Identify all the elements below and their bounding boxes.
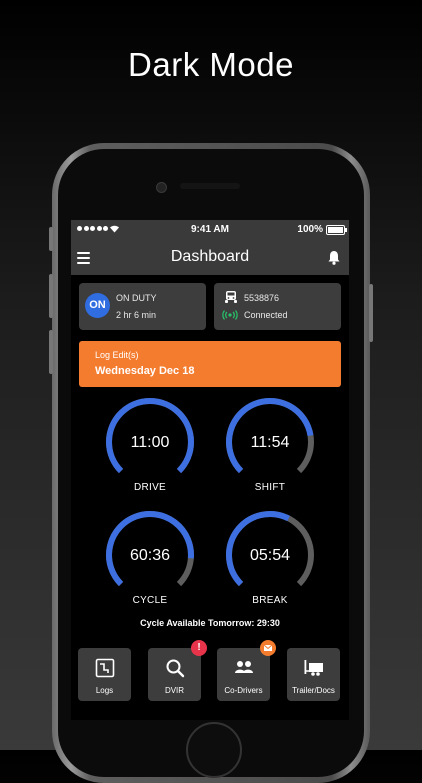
- logs-button[interactable]: Logs: [78, 648, 131, 701]
- vehicle-id: 5538876: [244, 293, 280, 303]
- vehicle-card[interactable]: 5538876 Connected: [214, 283, 341, 330]
- headline: Dark Mode: [128, 46, 294, 83]
- search-icon: [166, 659, 185, 678]
- battery-icon: [326, 225, 347, 235]
- gauge-shift[interactable]: 11:54 SHIFT: [225, 397, 315, 497]
- duty-badge: ON: [85, 293, 110, 318]
- log-edits-title: Log Edit(s): [95, 350, 139, 360]
- log-edits-banner[interactable]: Log Edit(s) Wednesday Dec 18: [79, 341, 341, 387]
- trailer-icon: [304, 660, 323, 676]
- gauge-drive-value: 11:00: [130, 434, 170, 451]
- duty-status-card[interactable]: ON ON DUTY 2 hr 6 min: [79, 283, 206, 330]
- dvir-label: DVIR: [164, 686, 185, 695]
- gauge-cycle-value: 60:36: [129, 547, 171, 564]
- cycle-available-text: Cycle Available Tomorrow: 29:30: [140, 618, 280, 628]
- duty-status-text: ON DUTY: [116, 293, 157, 303]
- gauge-drive-label: DRIVE: [133, 482, 167, 493]
- log-edits-date: Wednesday Dec 18: [95, 365, 195, 377]
- gauge-cycle-label: CYCLE: [132, 595, 168, 606]
- phone-camera: [156, 182, 167, 193]
- nav-bar: Dashboard: [71, 240, 349, 275]
- gauge-drive[interactable]: 11:00 DRIVE: [105, 397, 195, 497]
- dvir-button[interactable]: DVIR !: [148, 640, 207, 701]
- phone-mute-switch: [49, 227, 53, 251]
- bell-icon[interactable]: [327, 250, 341, 265]
- page-title: Dashboard: [170, 248, 250, 265]
- gauge-break-label: BREAK: [252, 595, 288, 606]
- connection-status: Connected: [244, 310, 288, 320]
- gauge-shift-value: 11:54: [250, 434, 290, 451]
- gauge-shift-label: SHIFT: [254, 482, 286, 493]
- trailer-docs-label: Trailer/Docs: [292, 686, 335, 695]
- gauge-break[interactable]: 05:54 BREAK: [225, 510, 315, 610]
- co-drivers-button[interactable]: Co-Drivers: [217, 640, 276, 701]
- logs-icon: [95, 658, 115, 678]
- users-icon: [235, 661, 253, 673]
- co-drivers-label: Co-Drivers: [224, 686, 263, 695]
- alert-badge: !: [191, 640, 207, 656]
- phone-volume-up: [49, 274, 53, 318]
- duty-duration: 2 hr 6 min: [116, 310, 157, 320]
- gauge-cycle[interactable]: 60:36 CYCLE: [105, 510, 195, 610]
- trailer-docs-button[interactable]: Trailer/Docs: [287, 648, 340, 701]
- connected-icon: [222, 310, 238, 320]
- app-screen: 9:41 AM 100% Dashboard ON ON DUTY 2 hr 6…: [71, 220, 349, 720]
- phone-volume-down: [49, 330, 53, 374]
- phone-speaker: [180, 183, 240, 189]
- phone-power-button: [369, 284, 373, 342]
- gauge-break-value: 05:54: [249, 547, 291, 564]
- logs-label: Logs: [95, 686, 114, 695]
- battery-percent: 100%: [297, 224, 323, 235]
- mail-icon: [263, 644, 273, 651]
- phone-home-button[interactable]: [186, 722, 242, 778]
- truck-icon: [225, 291, 237, 303]
- status-bar: 9:41 AM 100%: [71, 220, 349, 240]
- mail-badge: [260, 640, 276, 656]
